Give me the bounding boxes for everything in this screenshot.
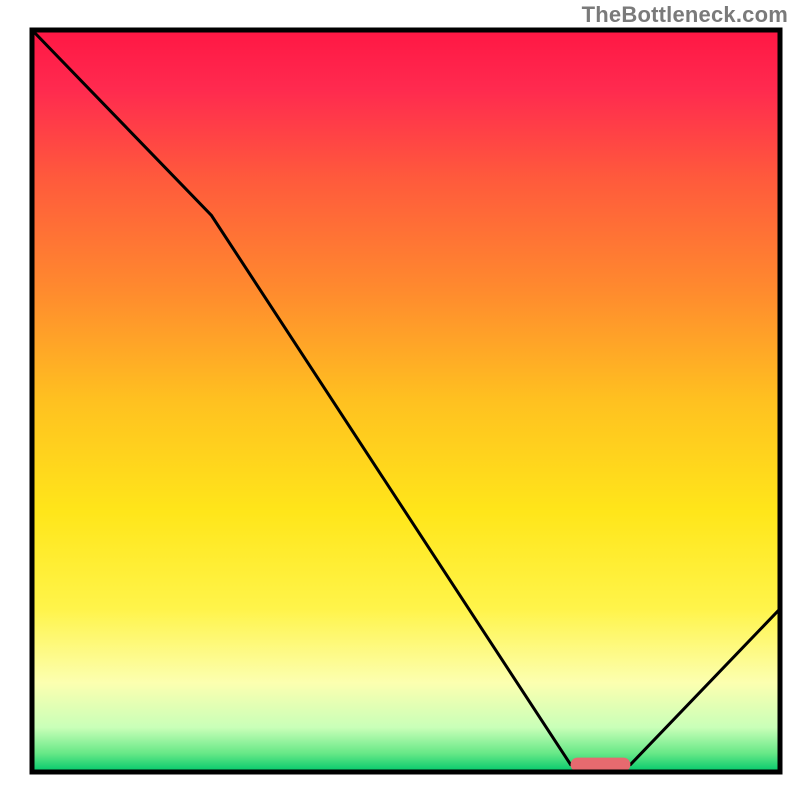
chart-container: TheBottleneck.com <box>0 0 800 800</box>
plot-background <box>32 30 780 772</box>
watermark-text: TheBottleneck.com <box>582 2 788 28</box>
bottleneck-chart <box>0 0 800 800</box>
optimal-range-highlight <box>571 758 631 772</box>
